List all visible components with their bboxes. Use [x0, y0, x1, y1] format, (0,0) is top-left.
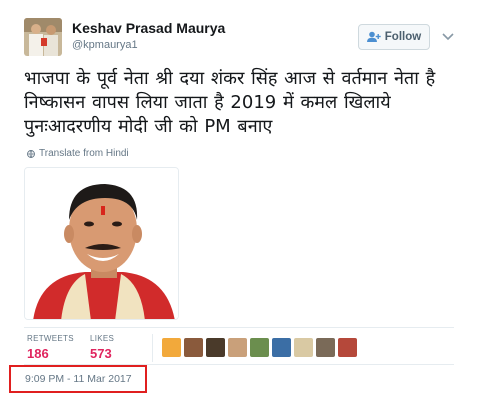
author-avatar[interactable]: [24, 18, 62, 56]
translate-label: Translate from Hindi: [39, 148, 129, 159]
retweets-stat[interactable]: RETWEETS 186: [27, 334, 74, 361]
tweet-text: भाजपा के पूर्व नेता श्री दया शंकर सिंह आ…: [24, 68, 436, 137]
likes-count: 573: [90, 346, 112, 361]
stats-divider-top: [24, 327, 454, 328]
more-options-button[interactable]: [440, 30, 456, 44]
translate-link[interactable]: Translate from Hindi: [27, 148, 129, 159]
person-plus-icon: [366, 31, 381, 43]
liker-avatar-1[interactable]: [162, 338, 181, 357]
liker-avatars: [162, 338, 357, 357]
author-name[interactable]: Keshav Prasad Maurya: [72, 20, 225, 36]
liker-avatar-9[interactable]: [338, 338, 357, 357]
retweets-label: RETWEETS: [27, 334, 74, 343]
timestamp-highlight-box: 9:09 PM - 11 Mar 2017: [9, 365, 147, 393]
liker-avatar-6[interactable]: [272, 338, 291, 357]
stats-separator: [152, 334, 153, 362]
follow-label: Follow: [384, 31, 422, 43]
liker-avatar-7[interactable]: [294, 338, 313, 357]
liker-avatar-8[interactable]: [316, 338, 335, 357]
author-handle[interactable]: @kpmaurya1: [72, 39, 138, 51]
liker-avatar-2[interactable]: [184, 338, 203, 357]
tweet-timestamp[interactable]: 9:09 PM - 11 Mar 2017: [25, 373, 132, 385]
likes-label: LIKES: [90, 334, 115, 343]
likes-stat[interactable]: LIKES 573: [90, 334, 114, 361]
follow-button[interactable]: Follow: [358, 24, 430, 50]
tweet-photo[interactable]: [24, 167, 179, 320]
liker-avatar-3[interactable]: [206, 338, 225, 357]
liker-avatar-4[interactable]: [228, 338, 247, 357]
chevron-down-icon: [440, 31, 456, 48]
retweets-count: 186: [27, 346, 49, 361]
liker-avatar-5[interactable]: [250, 338, 269, 357]
globe-icon: [27, 149, 35, 158]
